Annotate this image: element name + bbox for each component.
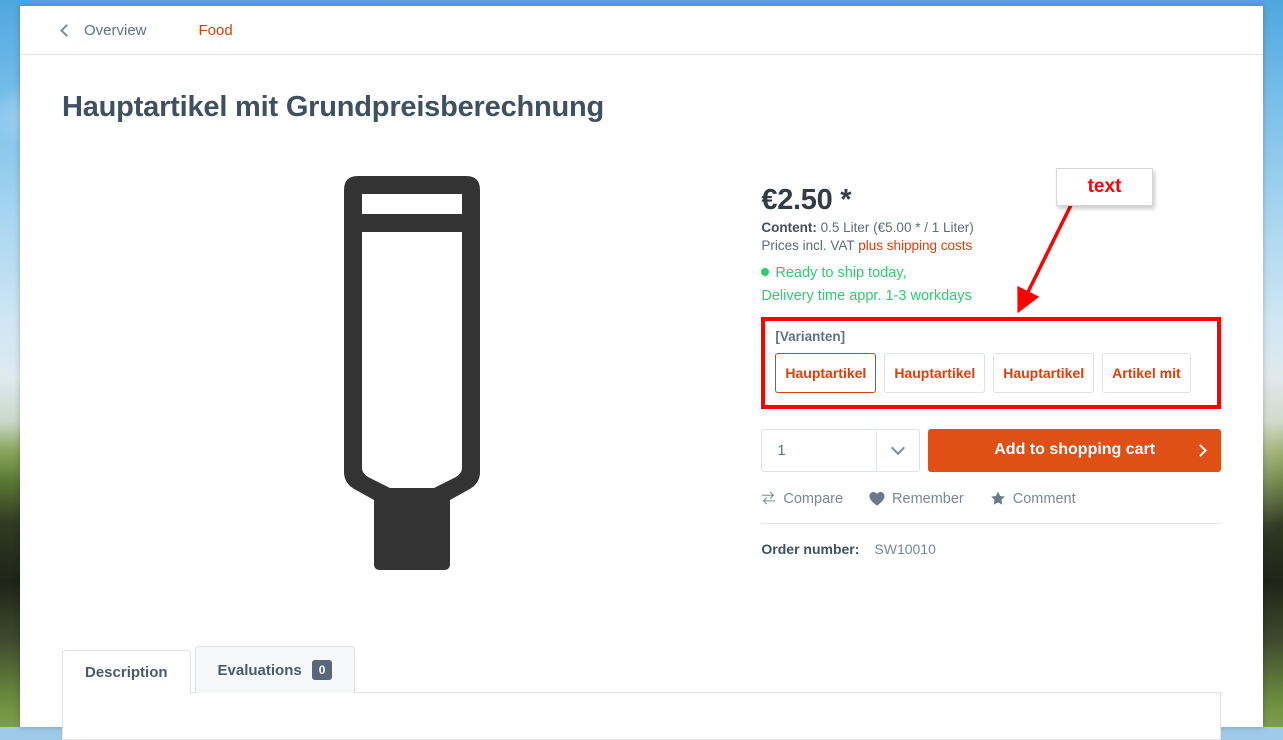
variant-option-3[interactable]: Hauptartikel — [993, 352, 1095, 393]
availability-line-1: Ready to ship today, — [761, 262, 1221, 285]
breadcrumb-back-label: Overview — [84, 21, 147, 39]
add-to-cart-label: Add to shopping cart — [994, 441, 1156, 459]
availability-line-2: Delivery time appr. 1-3 workdays — [761, 288, 972, 305]
variant-options: Hauptartikel Hauptartikel Hauptartikel A… — [775, 352, 1207, 393]
quantity-value: 1 — [777, 441, 786, 459]
evaluations-count-badge: 0 — [311, 660, 333, 680]
vat-line: Prices incl. VAT plus shipping costs — [761, 238, 1221, 253]
comment-action[interactable]: Comment — [990, 491, 1076, 507]
availability-block: Ready to ship today, Delivery time appr.… — [761, 262, 1221, 309]
variants-label: [Varianten] — [775, 328, 846, 344]
annotation-text-box: text — [1056, 168, 1153, 206]
tab-content-panel — [62, 692, 1221, 740]
product-columns: €2.50 * Content: 0.5 Liter (€5.00 * / 1 … — [62, 142, 1221, 602]
page-title: Hauptartikel mit Grundpreisberechnung — [62, 91, 605, 123]
variant-option-4[interactable]: Artikel mit — [1102, 352, 1191, 393]
tab-evaluations[interactable]: Evaluations 0 — [194, 646, 356, 693]
comment-label: Comment — [1012, 490, 1076, 507]
chevron-down-icon — [891, 441, 906, 456]
breadcrumb: Overview Food — [20, 6, 1263, 55]
breadcrumb-category-link[interactable]: Food — [199, 22, 233, 39]
shipping-costs-link[interactable]: plus shipping costs — [858, 238, 972, 253]
product-image-container[interactable] — [62, 142, 761, 602]
chevron-left-icon — [60, 24, 73, 37]
tab-description[interactable]: Description — [62, 650, 191, 694]
buy-row: 1 Add to shopping cart — [761, 428, 1221, 472]
tab-description-label: Description — [85, 664, 168, 681]
order-number-label: Order number: — [761, 540, 860, 557]
heart-icon — [869, 492, 885, 506]
quantity-select[interactable]: 1 — [761, 428, 921, 472]
compare-label: Compare — [783, 490, 844, 507]
vat-text: Prices incl. VAT — [761, 238, 855, 253]
add-to-cart-button[interactable]: Add to shopping cart — [928, 428, 1221, 472]
variant-option-2[interactable]: Hauptartikel — [884, 352, 986, 393]
compare-arrows-icon — [762, 492, 776, 505]
variants-highlight-box: [Varianten] Hauptartikel Hauptartikel Ha… — [761, 316, 1221, 409]
remember-label: Remember — [892, 490, 964, 507]
quantity-dropdown-toggle[interactable] — [876, 429, 919, 471]
remember-action[interactable]: Remember — [869, 491, 964, 507]
breadcrumb-back-link[interactable]: Overview — [60, 21, 147, 39]
order-number-row: Order number: SW10010 — [761, 541, 1221, 557]
chevron-right-icon — [1194, 444, 1207, 457]
status-dot-icon — [761, 268, 770, 277]
product-content-line: Content: 0.5 Liter (€5.00 * / 1 Liter) — [761, 220, 1221, 235]
compare-action[interactable]: Compare — [761, 491, 843, 507]
order-number-value: SW10010 — [874, 540, 936, 557]
tube-product-icon — [343, 176, 480, 570]
content-value: 0.5 Liter (€5.00 * / 1 Liter) — [820, 220, 974, 235]
shop-canvas: Overview Food Hauptartikel mit Grundprei… — [20, 6, 1263, 740]
star-icon — [990, 492, 1005, 506]
product-tabs: Description Evaluations 0 — [62, 646, 1221, 694]
tab-evaluations-label: Evaluations — [217, 661, 302, 679]
product-actions: Compare Remember Comment — [761, 491, 1221, 524]
product-page: Hauptartikel mit Grundpreisberechnung €2… — [20, 55, 1263, 740]
content-label: Content: — [761, 220, 817, 235]
variant-option-1[interactable]: Hauptartikel — [775, 352, 877, 393]
